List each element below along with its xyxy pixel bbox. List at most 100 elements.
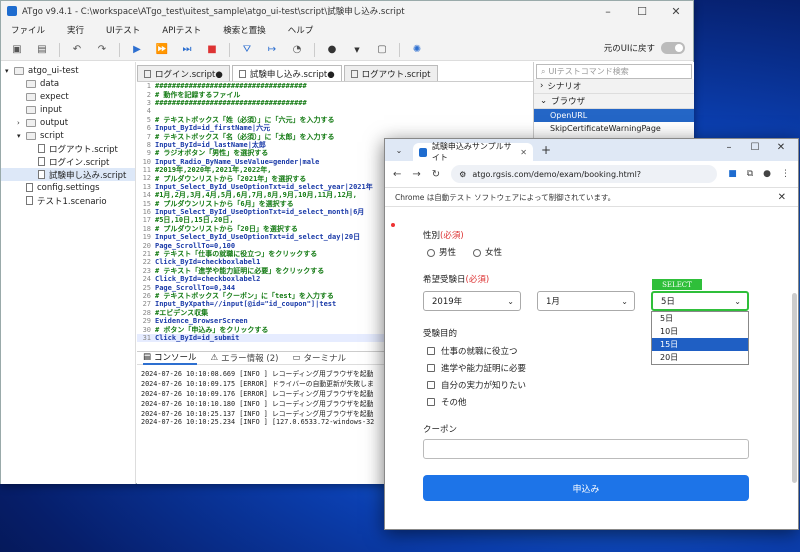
radio-circle-icon[interactable] [427,248,435,257]
tree-item[interactable]: data [1,77,135,90]
code-line[interactable]: 3 #################################### [137,99,533,107]
tab-login-script[interactable]: ログイン.script● [137,65,230,81]
tree-item[interactable]: ▾ script [1,129,135,142]
command-item-openurl[interactable]: OpenURL [534,109,694,122]
tab-terminal[interactable]: ▭ ターミナル [292,352,346,364]
forward-icon[interactable]: → [412,169,420,180]
tree-item-label: input [40,104,62,115]
day-option[interactable]: 5日 [652,312,748,325]
minimize-icon[interactable]: – [591,5,625,18]
tree-item[interactable]: テスト1.scenario [1,194,135,207]
ai-assist-icon[interactable]: ✺ [409,42,425,58]
purpose-checkbox[interactable]: その他 [427,396,467,408]
timer-icon[interactable]: ◔ [289,42,305,58]
radio-male[interactable]: 男性 [427,246,456,258]
day-select[interactable]: 5日 ⌄ [651,291,749,311]
stop-icon[interactable]: ■ [204,42,220,58]
close-infobar-icon[interactable]: ✕ [778,192,786,203]
tab-terminal-label: ターミナル [303,354,346,364]
chevron-down-icon[interactable]: ▼ [349,42,365,58]
favicon-icon [419,147,427,157]
reload-icon[interactable]: ↻ [432,169,440,180]
radio-female[interactable]: 女性 [473,246,502,258]
record-camera-icon[interactable]: ● [324,42,340,58]
tab-exam-booking-script[interactable]: 試験申し込み.script● [231,65,342,81]
atgo-extension-icon[interactable]: ■ [728,169,737,179]
close-icon[interactable]: ✕ [768,142,794,153]
tree-item[interactable]: expect [1,90,135,103]
day-option[interactable]: 10日 [652,325,748,338]
checkbox-icon[interactable] [427,364,435,372]
day-option[interactable]: 20日 [652,351,748,364]
submit-button[interactable]: 申込み [423,475,749,501]
chevron-icon[interactable]: ▾ [5,67,14,75]
run-icon[interactable]: ▶ [129,42,145,58]
day-option[interactable]: 15日 [652,338,748,351]
checkbox-icon[interactable] [427,347,435,355]
chevron-icon[interactable]: ▾ [17,132,26,140]
menu-uitest[interactable]: UIテスト [106,24,140,36]
purpose-checkbox[interactable]: 自分の実力が知りたい [427,379,526,391]
toggle-switch-icon[interactable] [661,42,685,54]
redo-icon[interactable]: ↷ [94,42,110,58]
new-folder-icon[interactable]: ▣ [9,42,25,58]
menu-apitest[interactable]: APIテスト [162,24,201,36]
radio-circle-icon[interactable] [473,248,481,257]
tab-logout-script[interactable]: ログアウト.script [343,65,438,81]
new-tab-icon[interactable]: + [541,143,551,157]
command-group-scenario[interactable]: › シナリオ [534,79,694,94]
code-line[interactable]: 2 # 動作を記録するファイル [137,90,533,99]
month-select[interactable]: 1月 ⌄ [537,291,635,311]
screenshot-icon[interactable]: ▢ [374,42,390,58]
chevron-icon[interactable]: › [17,119,26,127]
coupon-input[interactable] [423,439,749,459]
maximize-icon[interactable]: ☐ [625,5,659,18]
tree-item[interactable]: ログアウト.script [1,142,135,155]
tree-item[interactable]: ▾ atgo_ui-test [1,64,135,77]
address-bar[interactable]: ⚙ atgo.rgsis.com/demo/exam/booking.html? [451,165,718,183]
profile-icon[interactable]: ● [763,169,771,179]
step-icon[interactable]: ↦ [264,42,280,58]
tree-item[interactable]: › output [1,116,135,129]
tab-search-icon[interactable]: ⌄ [391,143,407,157]
purpose-checkbox[interactable]: 仕事の就職に役立つ [427,345,518,357]
checkbox-icon[interactable] [427,398,435,406]
close-tab-icon[interactable]: ✕ [520,148,527,157]
step-run-icon[interactable]: ⏭ [179,42,195,58]
undo-icon[interactable]: ↶ [69,42,85,58]
tab-error-info[interactable]: ⚠ エラー情報 (2) [211,352,279,364]
command-item-skip-certificate[interactable]: SkipCertificateWarningPage [534,122,694,135]
save-icon[interactable]: ▤ [34,42,50,58]
close-icon[interactable]: ✕ [659,5,693,18]
maximize-icon[interactable]: ☐ [742,142,768,153]
required-mark: (必須) [465,275,490,285]
minimize-icon[interactable]: – [716,142,742,153]
extensions-puzzle-icon[interactable]: ⧉ [747,169,753,179]
menu-kebab-icon[interactable]: ⋮ [781,169,790,179]
command-group-browser[interactable]: ⌄ ブラウザ [534,94,694,109]
run-all-icon[interactable]: ⏩ [154,42,170,58]
menu-search-replace[interactable]: 検索と置換 [223,24,266,36]
menu-run[interactable]: 実行 [67,24,84,36]
command-search-input[interactable]: ⌕ UIテストコマンド検索 [536,64,692,79]
menu-help[interactable]: ヘルプ [288,24,314,36]
chrome-tab[interactable]: 試験申込みサンプルサイト ✕ [413,142,533,162]
menu-file[interactable]: ファイル [11,24,45,36]
restore-ui-toggle[interactable]: 元のUIに戻す [604,42,685,54]
tree-item[interactable]: 試験申し込み.script [1,168,135,181]
site-info-icon[interactable]: ⚙ [459,170,466,179]
debug-icon[interactable]: ⛛ [239,42,255,58]
purpose-checkbox[interactable]: 進学や能力証明に必要 [427,362,526,374]
tab-console[interactable]: ▤ コンソール [143,351,197,365]
tree-item[interactable]: config.settings [1,181,135,194]
back-icon[interactable]: ← [393,169,401,180]
tree-item[interactable]: input [1,103,135,116]
year-select[interactable]: 2019年 ⌄ [423,291,521,311]
checkbox-icon[interactable] [427,381,435,389]
tree-item[interactable]: ログイン.script [1,155,135,168]
file-icon [38,144,45,153]
day-value: 5日 [661,297,675,307]
page-scrollbar[interactable] [792,293,797,483]
gender-label-text: 性別 [423,231,441,241]
file-icon [144,69,151,78]
